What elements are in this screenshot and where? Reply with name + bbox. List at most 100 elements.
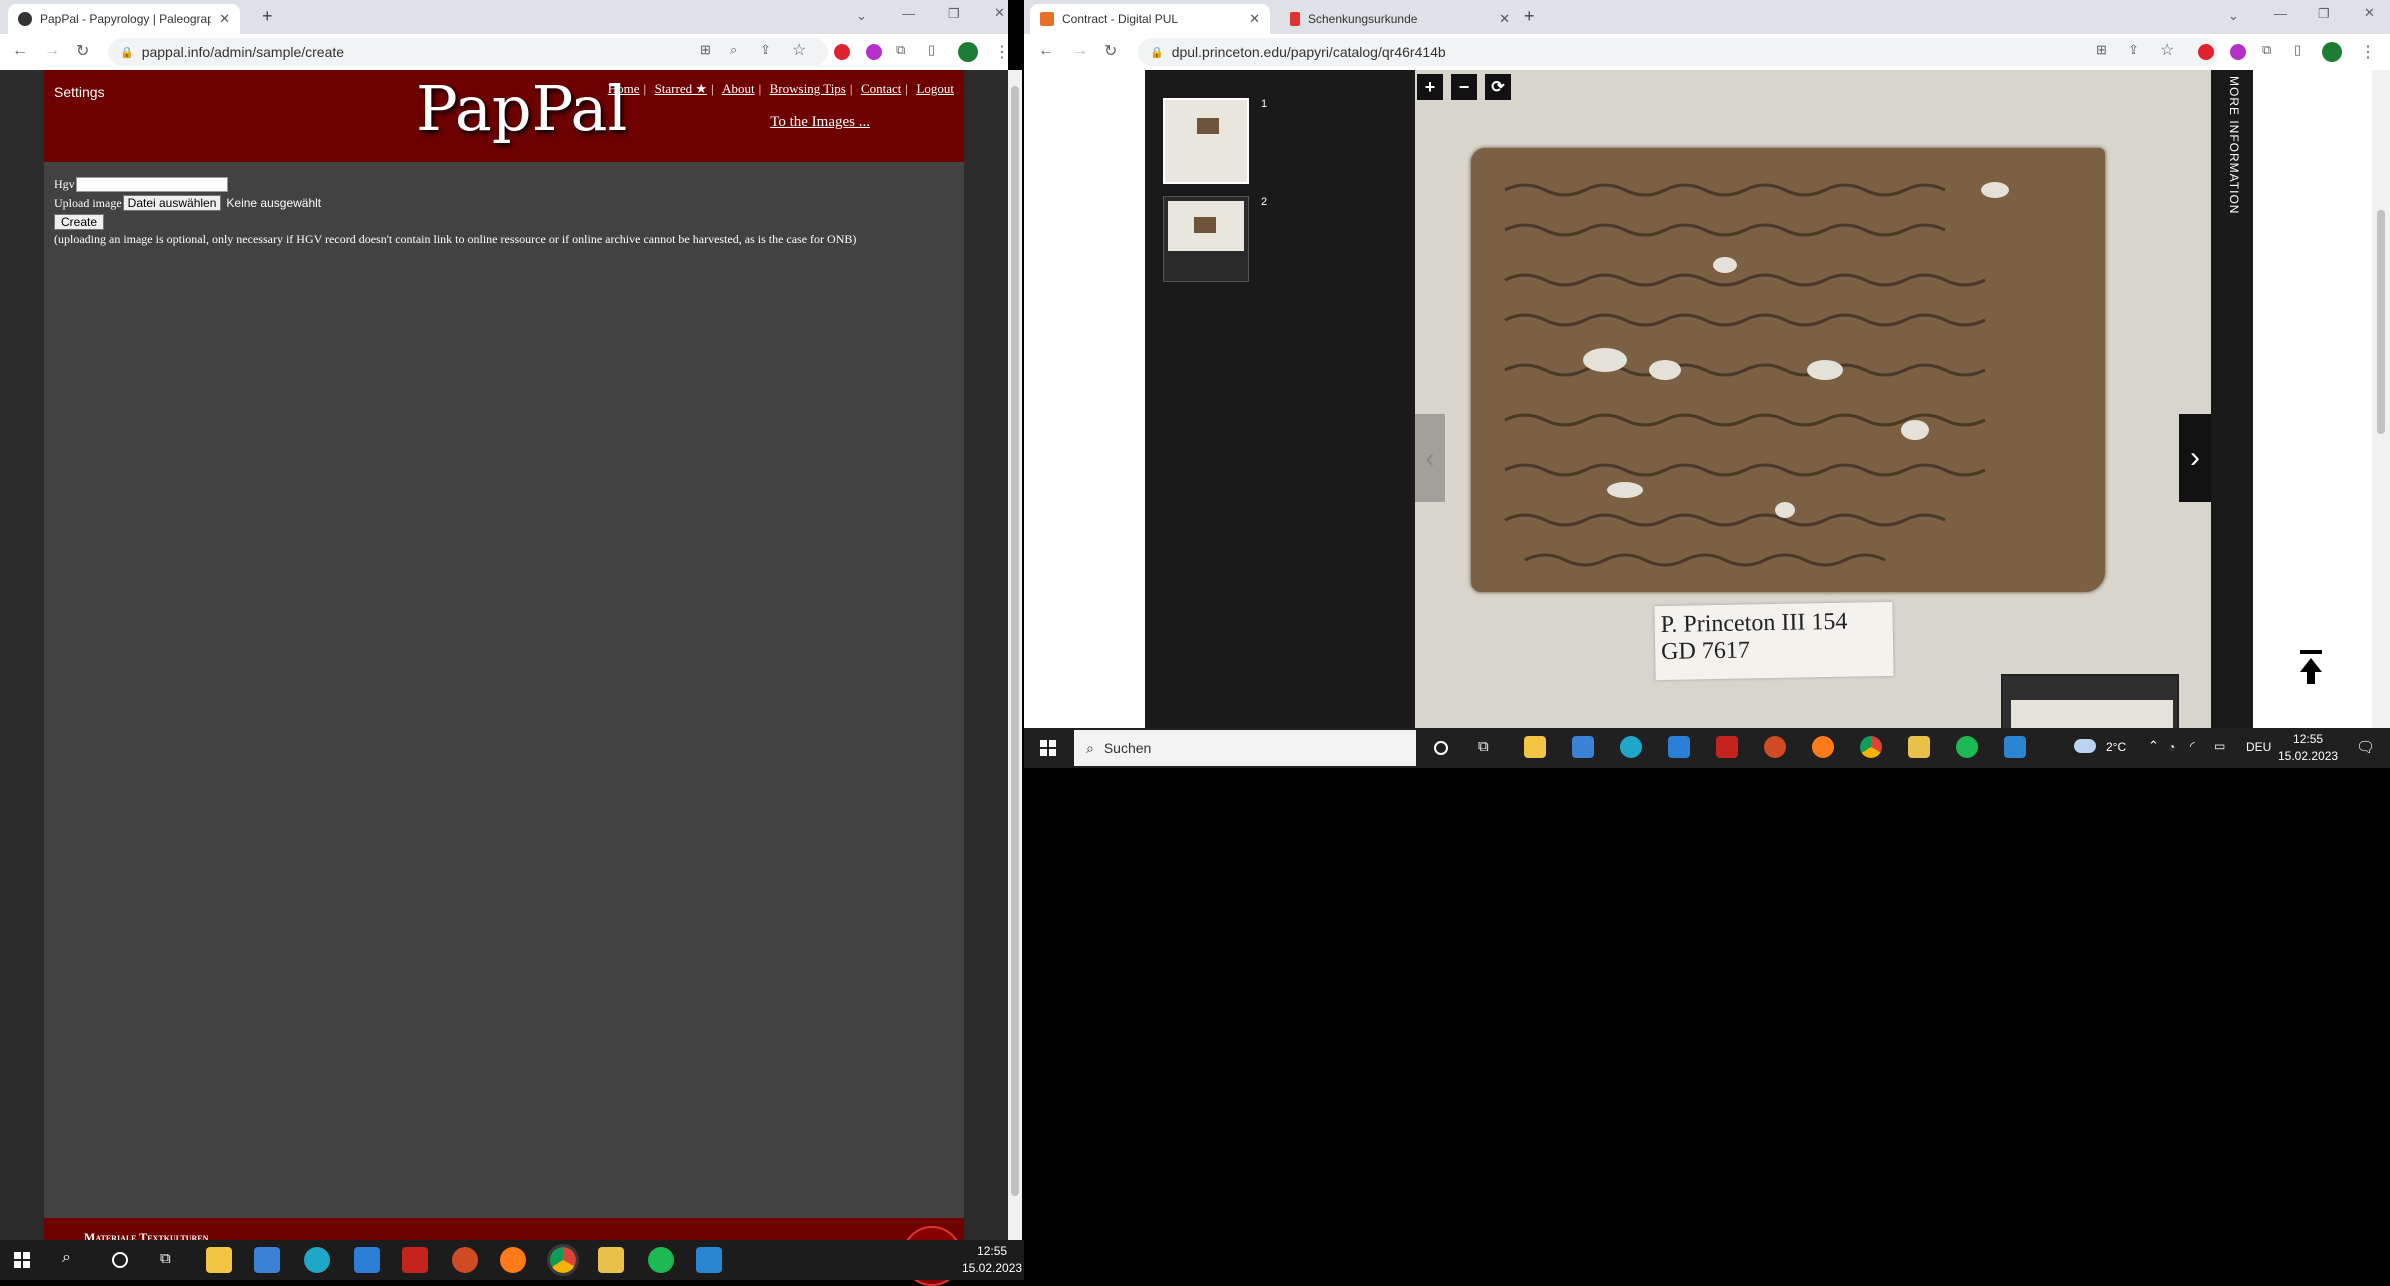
close-window-icon[interactable]: ✕ xyxy=(994,5,1005,21)
tab-pappal[interactable]: PapPal - Papyrology | Paleograph ✕ xyxy=(8,4,240,34)
left-scrollbar[interactable] xyxy=(1008,70,1022,1240)
firefox-icon[interactable] xyxy=(500,1247,526,1273)
more-information-sidebar[interactable]: MORE INFORMATION xyxy=(2211,70,2253,728)
next-page-button[interactable]: › xyxy=(2179,414,2211,502)
tab-digital-pul[interactable]: Contract - Digital PUL ✕ xyxy=(1030,4,1270,34)
pappal-logo[interactable]: PapPal xyxy=(416,72,627,145)
menu-kebab-icon[interactable]: ⋮ xyxy=(2360,42,2376,62)
sticky-app-icon[interactable] xyxy=(1908,736,1930,758)
nav-browsing-tips-link[interactable]: Browsing Tips xyxy=(770,81,846,96)
nav-about-link[interactable]: About xyxy=(722,81,755,96)
sidepanel-icon[interactable]: ▯ xyxy=(928,42,935,58)
search-icon[interactable]: ⌕ xyxy=(62,1249,71,1267)
tray-wifi-icon[interactable]: ◜ xyxy=(2190,739,2195,753)
thumbnail-2[interactable] xyxy=(1163,196,1249,282)
file-explorer-icon[interactable] xyxy=(206,1247,232,1273)
menu-kebab-icon[interactable]: ⋮ xyxy=(994,42,1010,62)
firefox-icon[interactable] xyxy=(1812,736,1834,758)
close-window-icon[interactable]: ✕ xyxy=(2364,5,2375,21)
translate-icon[interactable]: ⊞ xyxy=(700,42,711,58)
previous-page-button[interactable]: ‹ xyxy=(1415,414,1445,502)
papyrus-image-viewer[interactable]: P. Princeton III 154 GD 7617 + − ⟳ ‹ › xyxy=(1415,70,2211,728)
windows-start-icon[interactable] xyxy=(1040,740,1056,756)
store-icon[interactable] xyxy=(254,1247,280,1273)
extension-purple-icon[interactable] xyxy=(2230,44,2246,60)
cortana-icon[interactable] xyxy=(1434,741,1448,755)
right-scrollbar-thumb[interactable] xyxy=(2377,210,2385,434)
back-icon[interactable]: ← xyxy=(1038,42,1054,60)
file-explorer-icon[interactable] xyxy=(1524,736,1546,758)
photos-icon[interactable] xyxy=(696,1247,722,1273)
nav-logout-link[interactable]: Logout xyxy=(916,81,954,96)
tray-battery-icon[interactable]: ▭ xyxy=(2214,739,2225,753)
share-icon[interactable]: ⇪ xyxy=(2128,42,2139,58)
hgv-input[interactable] xyxy=(75,177,228,192)
edge-icon[interactable] xyxy=(304,1247,330,1273)
settings-link[interactable]: Settings xyxy=(54,84,105,100)
close-tab-icon[interactable]: ✕ xyxy=(219,11,230,27)
spotify-icon[interactable] xyxy=(1956,736,1978,758)
tab-search-icon[interactable]: ⌄ xyxy=(856,8,867,24)
extension-red-icon[interactable] xyxy=(2198,44,2214,60)
sticky-app-icon[interactable] xyxy=(598,1247,624,1273)
extensions-puzzle-icon[interactable]: ⧉ xyxy=(2262,42,2271,58)
windows-start-icon[interactable] xyxy=(14,1252,30,1268)
zoom-out-button[interactable]: − xyxy=(1451,74,1477,100)
notification-icon[interactable]: 🗨 xyxy=(2356,738,2375,756)
new-tab-icon[interactable]: + xyxy=(1524,6,1535,27)
rotate-button[interactable]: ⟳ xyxy=(1485,74,1511,100)
chrome-icon[interactable] xyxy=(547,1244,579,1276)
address-bar[interactable]: 🔒 pappal.info/admin/sample/create xyxy=(108,38,828,66)
new-tab-icon[interactable]: + xyxy=(262,6,273,27)
tray-chevron-icon[interactable]: ⌃ xyxy=(2148,738,2159,754)
forward-icon[interactable]: → xyxy=(44,42,60,60)
extension-red-icon[interactable] xyxy=(834,44,850,60)
to-images-link[interactable]: To the Images ... xyxy=(770,114,870,131)
bookmark-star-icon[interactable]: ☆ xyxy=(2160,40,2174,60)
right-scrollbar[interactable] xyxy=(2372,70,2390,728)
weather-temp[interactable]: 2°C xyxy=(2106,740,2126,754)
profile-avatar[interactable] xyxy=(2322,42,2342,62)
zoom-in-button[interactable]: + xyxy=(1417,74,1443,100)
choose-file-button[interactable]: Datei auswählen xyxy=(122,195,222,211)
chrome-icon[interactable] xyxy=(1860,736,1882,758)
language-indicator[interactable]: DEU xyxy=(2246,740,2271,754)
extension-purple-icon[interactable] xyxy=(866,44,882,60)
mail-icon[interactable] xyxy=(1668,736,1690,758)
acrobat-icon[interactable] xyxy=(402,1247,428,1273)
create-button[interactable]: Create xyxy=(54,214,105,230)
translate-icon[interactable]: ⊞ xyxy=(2096,42,2107,58)
reload-icon[interactable]: ↻ xyxy=(1104,41,1117,61)
forward-icon[interactable]: → xyxy=(1072,42,1088,60)
left-scrollbar-thumb[interactable] xyxy=(1011,86,1019,1196)
nav-home-link[interactable]: Home xyxy=(608,81,640,96)
close-tab-icon[interactable]: ✕ xyxy=(1499,11,1510,27)
tab-schenkungsurkunde[interactable]: Schenkungsurkunde ✕ xyxy=(1280,4,1520,34)
photos-icon[interactable] xyxy=(2004,736,2026,758)
cortana-icon[interactable] xyxy=(112,1252,128,1268)
nav-contact-link[interactable]: Contact xyxy=(861,81,901,96)
weather-cloud-icon[interactable] xyxy=(2074,739,2096,753)
address-bar[interactable]: 🔒 dpul.princeton.edu/papyri/catalog/qr46… xyxy=(1138,38,2218,66)
store-icon[interactable] xyxy=(1572,736,1594,758)
nav-starred-link[interactable]: Starred ★ xyxy=(655,81,707,96)
sidepanel-icon[interactable]: ▯ xyxy=(2294,42,2301,58)
task-view-icon[interactable]: ⧉ xyxy=(160,1250,171,1267)
taskbar-search-box[interactable]: ⌕ Suchen xyxy=(1074,730,1416,766)
restore-icon[interactable]: ❐ xyxy=(948,6,960,22)
tray-network-icon[interactable]: ◔ xyxy=(2168,740,2175,754)
restore-icon[interactable]: ❐ xyxy=(2318,6,2330,22)
acrobat-icon[interactable] xyxy=(1716,736,1738,758)
edge-icon[interactable] xyxy=(1620,736,1642,758)
thumbnail-1[interactable] xyxy=(1163,98,1249,184)
task-view-icon[interactable]: ⧉ xyxy=(1478,738,1489,755)
main-clock[interactable]: 12:55 15.02.2023 xyxy=(962,1244,1022,1275)
minimize-icon[interactable]: — xyxy=(2274,6,2287,21)
mail-icon[interactable] xyxy=(354,1247,380,1273)
secondary-clock[interactable]: 12:55 15.02.2023 xyxy=(2278,732,2338,763)
back-icon[interactable]: ← xyxy=(12,42,28,60)
tab-search-icon[interactable]: ⌄ xyxy=(2228,8,2239,24)
minimize-icon[interactable]: — xyxy=(902,6,915,21)
zoom-icon[interactable]: ⌕ xyxy=(730,42,737,58)
back-to-top-icon[interactable] xyxy=(2300,650,2322,686)
